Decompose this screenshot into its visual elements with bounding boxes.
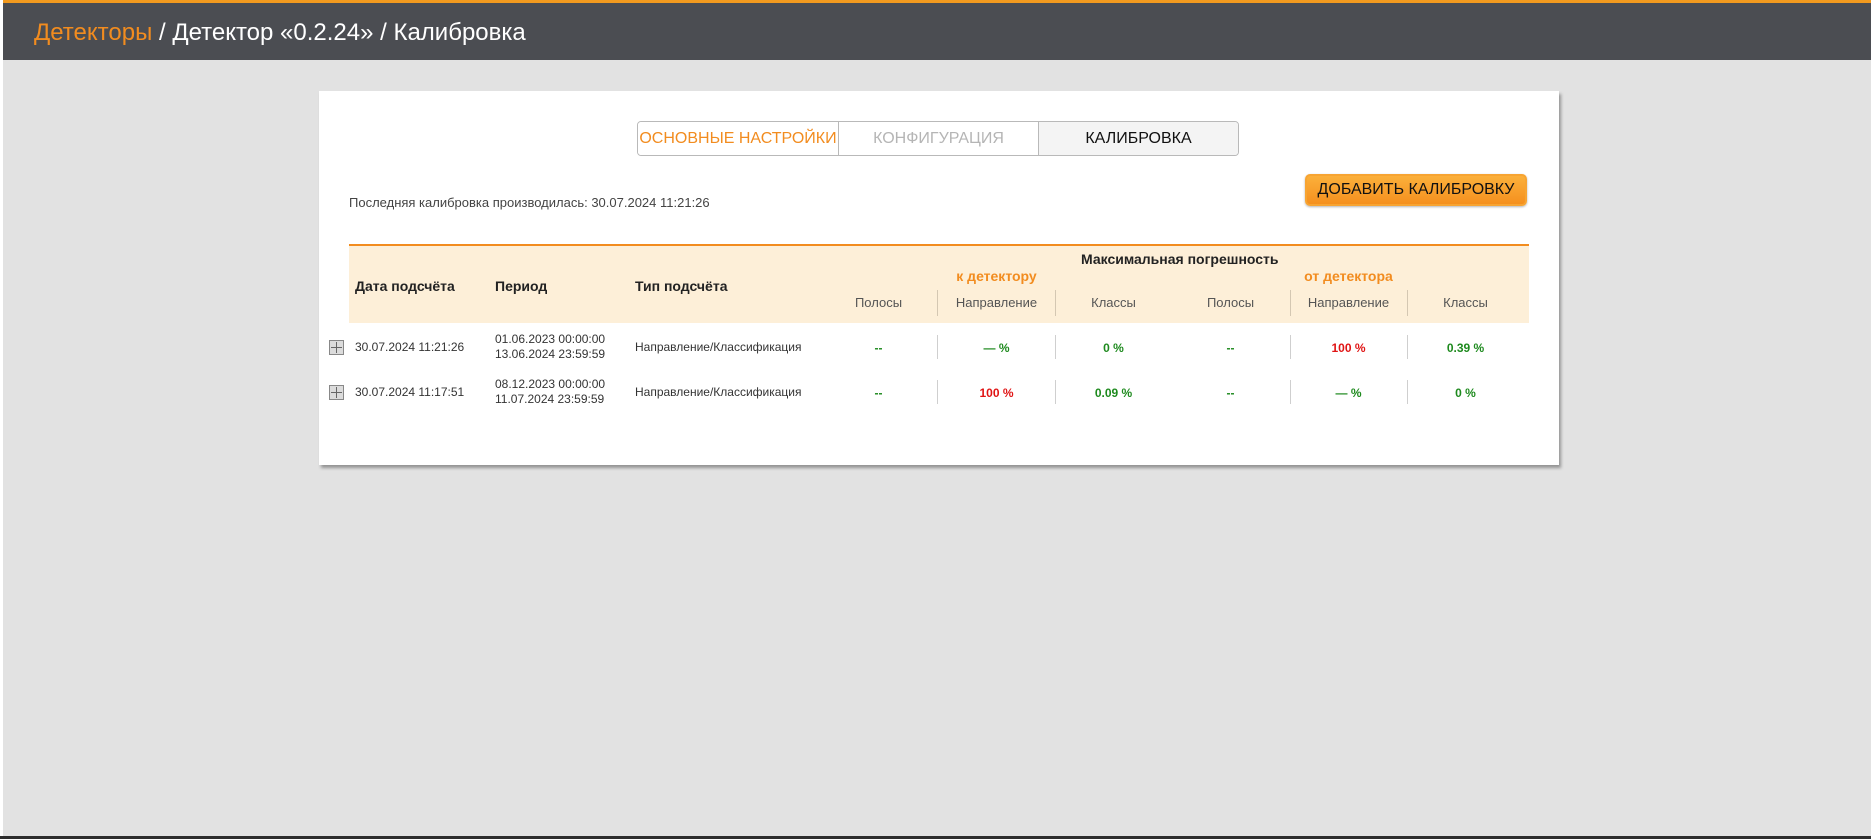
header-from-classes: Классы — [1443, 295, 1488, 310]
add-calibration-button[interactable]: ДОБАВИТЬ КАЛИБРОВКУ — [1305, 174, 1527, 206]
header-from-lanes: Полосы — [1206, 295, 1255, 310]
header-date: Дата подсчёта — [355, 278, 455, 294]
row-from-lanes: -- — [1226, 341, 1235, 355]
tab-configuration[interactable]: КОНФИГУРАЦИЯ — [838, 122, 1038, 155]
breadcrumb-detectors-link[interactable]: Детекторы — [34, 19, 152, 46]
expand-row-icon[interactable] — [329, 385, 344, 400]
table-row: 30.07.2024 11:21:26 01.06.2023 00:00:00 … — [329, 325, 1529, 369]
row-period-end: 11.07.2024 23:59:59 — [495, 392, 605, 406]
breadcrumb: Детекторы / Детектор «0.2.24» / Калибров… — [34, 19, 526, 47]
row-from-classes: 0.39 % — [1446, 341, 1485, 355]
expand-row-icon[interactable] — [329, 340, 344, 355]
header-to-lanes: Полосы — [854, 295, 903, 310]
row-to-direction: — % — [983, 341, 1010, 355]
row-period-start: 01.06.2023 00:00:00 — [495, 332, 606, 346]
row-type: Направление/Классификация — [635, 385, 802, 399]
row-from-direction: — % — [1335, 386, 1362, 400]
row-date: 30.07.2024 11:17:51 — [355, 385, 465, 399]
header-from-direction: Направление — [1307, 295, 1390, 310]
row-date: 30.07.2024 11:21:26 — [355, 340, 465, 354]
table-row: 30.07.2024 11:17:51 08.12.2023 00:00:00 … — [329, 370, 1529, 414]
row-from-classes: 0 % — [1455, 386, 1476, 400]
header-to-detector: к детектору — [956, 268, 1037, 284]
last-calibration-text: Последняя калибровка производилась: 30.0… — [349, 195, 710, 210]
header-to-classes: Классы — [1091, 295, 1136, 310]
window-edge — [0, 0, 3, 839]
header-type: Тип подсчёта — [635, 278, 728, 294]
calibration-panel: ОСНОВНЫЕ НАСТРОЙКИ КОНФИГУРАЦИЯ КАЛИБРОВ… — [319, 91, 1559, 465]
breadcrumb-current: / Детектор «0.2.24» / Калибровка — [152, 19, 526, 46]
header-period: Период — [495, 278, 548, 294]
header-from-detector: от детектора — [1304, 268, 1393, 284]
tab-calibration[interactable]: КАЛИБРОВКА — [1038, 122, 1238, 155]
top-bar: Детекторы / Детектор «0.2.24» / Калибров… — [3, 0, 1871, 60]
row-to-lanes: -- — [874, 341, 883, 355]
header-to-direction: Направление — [955, 295, 1038, 310]
row-from-direction: 100 % — [1331, 341, 1366, 355]
table-header: Дата подсчёта Период Тип подсчёта Максим… — [349, 244, 1529, 323]
tab-main-settings[interactable]: ОСНОВНЫЕ НАСТРОЙКИ — [638, 122, 838, 155]
row-to-classes: 0 % — [1103, 341, 1124, 355]
header-max-error: Максимальная погрешность — [1081, 251, 1279, 267]
row-period-end: 13.06.2024 23:59:59 — [495, 347, 606, 361]
row-type: Направление/Классификация — [635, 340, 802, 354]
row-to-classes: 0.09 % — [1094, 386, 1133, 400]
row-to-direction: 100 % — [979, 386, 1014, 400]
row-to-lanes: -- — [874, 386, 883, 400]
tab-bar: ОСНОВНЫЕ НАСТРОЙКИ КОНФИГУРАЦИЯ КАЛИБРОВ… — [637, 121, 1239, 156]
row-from-lanes: -- — [1226, 386, 1235, 400]
row-period-start: 08.12.2023 00:00:00 — [495, 377, 606, 391]
